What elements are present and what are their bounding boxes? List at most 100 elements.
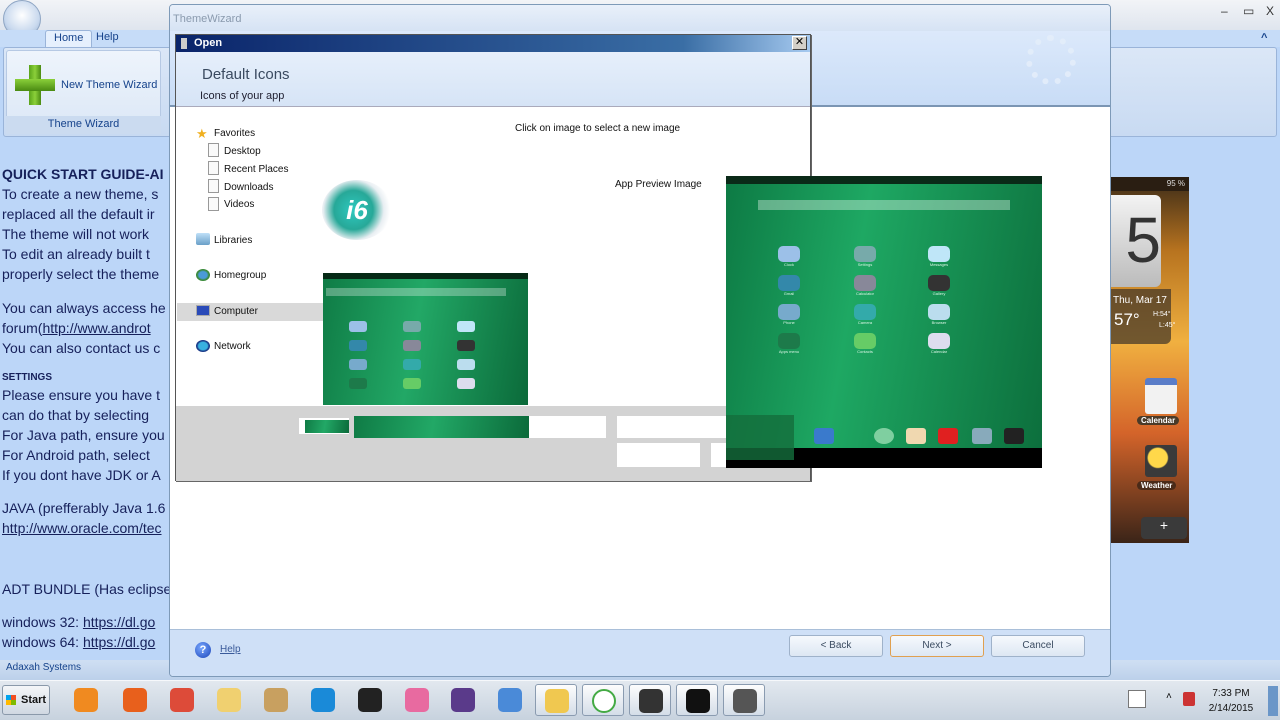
media-player-icon [74, 688, 98, 712]
file-type-field[interactable] [529, 416, 606, 438]
xampp-icon [358, 688, 382, 712]
nav-videos[interactable]: Videos [224, 199, 254, 210]
open-dialog-title: Open [176, 35, 810, 52]
settings-line: If you dont have JDK or A [2, 467, 161, 483]
maximize-button[interactable]: ▭ [1243, 4, 1254, 18]
win64-link[interactable]: https://dl.go [83, 634, 155, 650]
new-theme-wizard-label: New Theme Wizard [61, 79, 158, 91]
app-icon-glyph [778, 275, 800, 291]
show-desktop-button[interactable] [1268, 686, 1278, 716]
show-hidden-icons[interactable]: ˄ [1166, 691, 1172, 702]
open-dialog: Open ✕ Default Icons Icons of your app ★… [175, 34, 811, 481]
nav-homegroup[interactable]: Homegroup [214, 270, 266, 281]
guide-line: You can always access he [2, 300, 166, 316]
close-button[interactable]: X [1266, 4, 1274, 18]
help-icon[interactable]: ? [195, 642, 211, 658]
tab-help[interactable]: Help [88, 30, 127, 48]
win32-link[interactable]: https://dl.go [83, 614, 155, 630]
calendar-label: Calendar [1137, 416, 1180, 425]
app-label: Gallery [932, 291, 946, 296]
file-type-select[interactable] [617, 416, 727, 438]
theme-app-icon [733, 689, 757, 713]
app-installer-icon [639, 689, 663, 713]
android-emulator-icon [686, 689, 710, 713]
back-button[interactable]: < Back [789, 635, 883, 657]
app-icon: Phone [776, 304, 802, 326]
open-button[interactable] [617, 443, 700, 467]
forum-link[interactable]: http://www.androt [42, 320, 150, 336]
nav-favorites[interactable]: Favorites [214, 128, 255, 139]
add-button: + [1141, 517, 1187, 539]
app-icon-glyph [854, 333, 876, 349]
minimize-button[interactable]: – [1221, 4, 1228, 18]
click-instruction: Click on image to select a new image [515, 123, 681, 134]
tray-app-icon[interactable] [1183, 692, 1195, 706]
taskbar-xampp[interactable] [349, 684, 391, 716]
taskbar-chrome[interactable] [161, 684, 203, 716]
ribbon-group-label: Theme Wizard [6, 116, 161, 134]
battery-indicator: 95 % [1111, 177, 1189, 191]
taskbar-internet-explorer[interactable] [302, 684, 344, 716]
glitch-preview [354, 416, 529, 438]
app-label: Gmail [783, 291, 795, 296]
tab-home[interactable]: Home [45, 30, 93, 48]
app-label: Browser [931, 320, 947, 325]
settings-line: can do that by selecting [2, 407, 150, 423]
collapse-ribbon-button[interactable]: ^ [1261, 32, 1267, 44]
app-icon: Apps menu [776, 333, 802, 355]
cancel-button[interactable]: Cancel [991, 635, 1085, 657]
java-link[interactable]: http://www.oracle.com/tec [2, 520, 162, 536]
taskbar-app-installer[interactable] [629, 684, 671, 716]
glitch-preview [726, 415, 794, 460]
app-icon-glyph [778, 304, 800, 320]
settings-line: For Android path, select [2, 447, 150, 463]
libraries-icon [196, 233, 210, 245]
app-label: Phone [783, 320, 795, 325]
app-icon-thumb [349, 321, 367, 332]
taskbar-control-panel[interactable] [489, 684, 531, 716]
app-icon-thumb [457, 359, 475, 370]
app-label: Contacts [857, 349, 873, 354]
taskbar-eclipse[interactable] [442, 684, 484, 716]
next-button[interactable]: Next > [890, 635, 984, 657]
nav-computer[interactable]: Computer [214, 306, 258, 317]
star-icon: ★ [196, 126, 208, 141]
app-icon-thumb [457, 378, 475, 389]
nav-desktop[interactable]: Desktop [224, 146, 261, 157]
clock-date: 2/14/2015 [1208, 703, 1254, 714]
guide-line: The theme will not work [2, 226, 150, 242]
app-icon-image[interactable]: i6 [322, 180, 392, 240]
low-temp: L:45° [1159, 322, 1176, 329]
videos-icon [208, 197, 219, 211]
dialog-app-icon [181, 38, 187, 49]
nav-recent-places[interactable]: Recent Places [224, 164, 288, 175]
app-icon-glyph [928, 333, 950, 349]
taskbar-google-talk[interactable] [582, 684, 624, 716]
taskbar-firefox[interactable] [114, 684, 156, 716]
close-button[interactable]: ✕ [792, 36, 807, 50]
taskbar-theme-app[interactable] [723, 684, 765, 716]
taskbar-folder[interactable] [208, 684, 250, 716]
guide-line: To edit an already built t [2, 246, 150, 262]
app-label: Calendar [930, 349, 948, 354]
taskbar-file-explorer[interactable] [535, 684, 577, 716]
nav-downloads[interactable]: Downloads [224, 182, 273, 193]
taskbar-android-emulator[interactable] [676, 684, 718, 716]
nav-network[interactable]: Network [214, 341, 251, 352]
pen-input-icon[interactable] [1128, 690, 1146, 708]
taskbar-picasa[interactable] [396, 684, 438, 716]
settings-line: For Java path, ensure you [2, 427, 165, 443]
taskbar-media-player[interactable] [65, 684, 107, 716]
computer-icon [196, 305, 210, 316]
taskbar-paint[interactable] [255, 684, 297, 716]
app-icon: Gmail [776, 275, 802, 297]
system-clock[interactable]: 7:33 PM 2/14/2015 [1200, 686, 1262, 716]
paint-icon [264, 688, 288, 712]
calendar-icon [1145, 378, 1177, 414]
app-icon: Gallery [926, 275, 952, 297]
folder-icon [217, 688, 241, 712]
screen-preview-thumbnail[interactable] [323, 273, 528, 405]
help-link[interactable]: Help [220, 644, 241, 655]
app-icon-thumb [349, 378, 367, 389]
nav-libraries[interactable]: Libraries [214, 235, 252, 246]
